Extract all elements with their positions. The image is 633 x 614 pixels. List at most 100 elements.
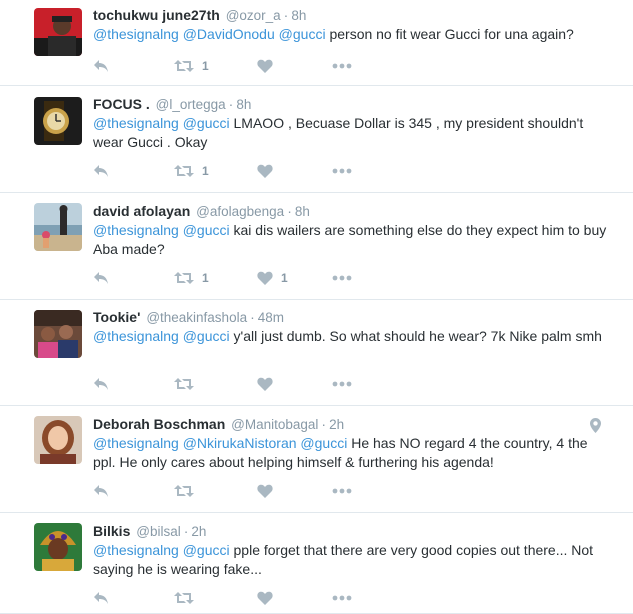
more-button[interactable]	[332, 161, 352, 181]
mention-link[interactable]: @thesignalng	[93, 26, 179, 42]
retweet-count: 1	[202, 164, 209, 178]
tweet-actions	[93, 588, 393, 608]
avatar-gold-watch-icon	[34, 97, 82, 145]
tweet-actions	[93, 481, 393, 501]
display-name[interactable]: FOCUS .	[93, 96, 150, 112]
separator: ·	[283, 7, 289, 23]
mention-link[interactable]: @gucci	[279, 26, 326, 42]
tweet-header: Bilkis @bilsal · 2h	[93, 522, 206, 541]
tweet-header: david afolayan @afolagbenga · 8h	[93, 202, 310, 221]
reply-button[interactable]	[93, 374, 109, 394]
display-name[interactable]: tochukwu june27th	[93, 7, 220, 23]
more-icon	[332, 168, 352, 174]
more-button[interactable]	[332, 374, 352, 394]
avatar[interactable]	[34, 203, 82, 251]
mention-link[interactable]: @DavidOnodu	[183, 26, 275, 42]
reply-button[interactable]	[93, 161, 109, 181]
avatar-group-photo-icon	[34, 310, 82, 358]
retweet-icon	[174, 59, 194, 73]
tweet-actions: 1	[93, 161, 393, 181]
mention-link[interactable]: @thesignalng	[93, 115, 179, 131]
reply-button[interactable]	[93, 481, 109, 501]
user-handle[interactable]: @Manitobagal	[231, 417, 318, 432]
avatar[interactable]	[34, 523, 82, 571]
display-name[interactable]: Deborah Boschman	[93, 416, 225, 432]
tweet-header: Tookie' @theakinfashola · 48m	[93, 308, 284, 327]
reply-button[interactable]	[93, 268, 109, 288]
display-name[interactable]: Bilkis	[93, 523, 130, 539]
mention-link[interactable]: @thesignalng	[93, 542, 179, 558]
display-name[interactable]: Tookie'	[93, 309, 140, 325]
tweet[interactable]: Tookie' @theakinfashola · 48m @thesignalng …	[0, 300, 633, 406]
timestamp[interactable]: 8h	[236, 97, 251, 112]
user-handle[interactable]: @ozor_a	[226, 8, 281, 23]
mention-link[interactable]: @NkirukaNistoran	[183, 435, 297, 451]
tweet[interactable]: tochukwu june27th @ozor_a · 8h @thesignalng…	[0, 0, 633, 86]
reply-icon	[93, 484, 109, 498]
timestamp[interactable]: 48m	[258, 310, 284, 325]
avatar-woman-headwrap-icon	[34, 523, 82, 571]
mention-link[interactable]: @gucci	[300, 435, 347, 451]
mention-link[interactable]: @gucci	[183, 328, 230, 344]
user-handle[interactable]: @theakinfashola	[146, 310, 247, 325]
retweet-button[interactable]	[174, 374, 202, 394]
mention-link[interactable]: @gucci	[183, 115, 230, 131]
mention-link[interactable]: @thesignalng	[93, 222, 179, 238]
reply-icon	[93, 164, 109, 178]
tweet-text: @thesignalng @gucci kai dis wailers are …	[93, 221, 613, 259]
retweet-button[interactable]	[174, 481, 202, 501]
mention-link[interactable]: @thesignalng	[93, 435, 179, 451]
reply-button[interactable]	[93, 588, 109, 608]
avatar[interactable]	[34, 97, 82, 145]
retweet-button[interactable]	[174, 588, 202, 608]
like-button[interactable]	[257, 481, 281, 501]
display-name[interactable]: david afolayan	[93, 203, 190, 219]
retweet-icon	[174, 377, 194, 391]
more-button[interactable]	[332, 268, 352, 288]
more-button[interactable]	[332, 588, 352, 608]
retweet-button[interactable]: 1	[174, 161, 209, 181]
retweet-button[interactable]: 1	[174, 268, 209, 288]
like-button[interactable]	[257, 374, 281, 394]
like-count: 1	[281, 271, 288, 285]
timestamp[interactable]: 8h	[291, 8, 306, 23]
tweet[interactable]: Deborah Boschman @Manitobagal · 2h @thesign…	[0, 406, 633, 513]
like-button[interactable]: 1	[257, 268, 288, 288]
tweet-text: @thesignalng @NkirukaNistoran @gucci He …	[93, 434, 613, 472]
reply-button[interactable]	[93, 56, 109, 76]
retweet-count: 1	[202, 271, 209, 285]
tweet[interactable]: FOCUS . @l_ortegga · 8h @thesignalng @gucci…	[0, 86, 633, 193]
heart-icon	[257, 484, 273, 498]
tweet[interactable]: david afolayan @afolagbenga · 8h @thesignal…	[0, 193, 633, 300]
avatar[interactable]	[34, 416, 82, 464]
user-handle[interactable]: @bilsal	[136, 524, 180, 539]
timestamp[interactable]: 8h	[295, 204, 310, 219]
avatar[interactable]	[34, 310, 82, 358]
tweet-timeline: tochukwu june27th @ozor_a · 8h @thesignalng…	[0, 0, 633, 614]
reply-icon	[93, 591, 109, 605]
timestamp[interactable]: 2h	[329, 417, 344, 432]
user-handle[interactable]: @l_ortegga	[156, 97, 226, 112]
mention-link[interactable]: @gucci	[183, 222, 230, 238]
timestamp[interactable]: 2h	[191, 524, 206, 539]
mention-link[interactable]: @thesignalng	[93, 328, 179, 344]
like-button[interactable]	[257, 161, 281, 181]
retweet-count: 1	[202, 59, 209, 73]
separator: ·	[228, 96, 234, 112]
avatar[interactable]	[34, 8, 82, 56]
tweet-body: person no fit wear Gucci for una again?	[329, 26, 574, 42]
like-button[interactable]	[257, 588, 281, 608]
tweet[interactable]: Bilkis @bilsal · 2h @thesignalng @gucci ppl…	[0, 513, 633, 614]
more-button[interactable]	[332, 481, 352, 501]
user-handle[interactable]: @afolagbenga	[196, 204, 284, 219]
retweet-icon	[174, 164, 194, 178]
mention-link[interactable]: @gucci	[183, 542, 230, 558]
heart-icon	[257, 591, 273, 605]
like-button[interactable]	[257, 56, 281, 76]
more-icon	[332, 63, 352, 69]
tweet-header: FOCUS . @l_ortegga · 8h	[93, 95, 251, 114]
separator: ·	[321, 416, 327, 432]
avatar-woman-portrait-icon	[34, 416, 82, 464]
more-button[interactable]	[332, 56, 352, 76]
retweet-button[interactable]: 1	[174, 56, 209, 76]
